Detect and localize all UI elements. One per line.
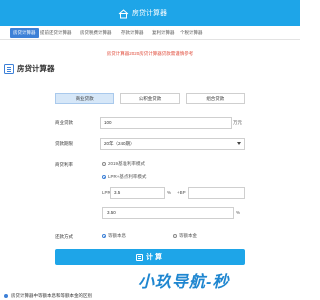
rate-option-2019[interactable]: 2019基准利率模式	[102, 161, 145, 167]
loan-term-value: 20年（240期）	[104, 141, 135, 146]
notice-text: 房贷计算器2020房贷计算器贷款需谨慎参考	[106, 51, 194, 56]
rate-label: 商贷利率	[55, 162, 73, 167]
chevron-down-icon	[237, 142, 241, 145]
final-rate-input[interactable]: 3.50	[102, 207, 234, 219]
tab-provident-fund-loan[interactable]: 公积金贷款	[120, 93, 180, 104]
calculate-button-label: 计算	[146, 254, 164, 261]
card-header: 房贷计算器	[4, 64, 55, 74]
loan-term-select[interactable]: 20年（240期）	[100, 138, 245, 150]
loan-term-label: 贷款期限	[55, 141, 73, 146]
page: 房贷计算器 房贷计算器 提前还贷计算器 房贷税费计算器 存款计算器 复利计算器 …	[0, 0, 300, 300]
loan-amount-label: 商业贷款	[55, 120, 73, 125]
footer-text: 房贷计算器中等额本息和等额本金的区别	[11, 293, 92, 298]
logo-text: 房贷计算器	[132, 10, 167, 17]
nav-item-mortgage-calculator[interactable]: 房贷计算器	[10, 28, 39, 38]
watermark: 小玖导航-秒	[138, 274, 230, 291]
loan-amount-unit: 万元	[233, 120, 242, 125]
nav-item-prepayment-calculator[interactable]: 提前还贷计算器	[40, 29, 72, 39]
house-icon	[118, 9, 129, 19]
repayment-method-label: 还款方式	[55, 234, 73, 239]
final-rate-unit: %	[236, 210, 241, 215]
tab-combined-loan[interactable]: 组合贷款	[185, 93, 245, 104]
calculator-icon	[4, 64, 14, 74]
main-nav: 房贷计算器 提前还贷计算器 房贷税费计算器 存款计算器 复利计算器 个税计算器	[0, 26, 300, 40]
radio-equal-principal[interactable]	[173, 234, 177, 238]
rate-option-lpr[interactable]: LPR+基点利率模式	[102, 174, 146, 180]
tab-commercial-loan[interactable]: 商业贷款	[55, 93, 115, 104]
rate-option-lpr-label: LPR+基点利率模式	[108, 174, 147, 179]
repay-option-equal-payment-label: 等额本息	[108, 233, 126, 238]
bp-input[interactable]	[188, 187, 245, 199]
lpr-input[interactable]: 3.5	[110, 187, 165, 199]
rate-option-2019-label: 2019基准利率模式	[108, 161, 146, 166]
calculator-icon	[136, 253, 143, 261]
footer-bullet-icon	[4, 294, 8, 298]
loan-type-tabs: 商业贷款 公积金贷款 组合贷款	[55, 93, 245, 104]
nav-item-income-tax-calculator[interactable]: 个税计算器	[180, 29, 203, 39]
nav-item-mortgage-tax-calculator[interactable]: 房贷税费计算器	[80, 29, 112, 39]
site-logo[interactable]: 房贷计算器	[118, 8, 167, 20]
radio-equal-payment[interactable]	[102, 234, 106, 238]
card-title: 房贷计算器	[17, 64, 55, 73]
radio-lpr-bp[interactable]	[102, 175, 106, 179]
loan-amount-input[interactable]: 100	[100, 117, 232, 129]
repay-option-equal-principal-label: 等额本金	[179, 233, 197, 238]
bp-label: +BP	[177, 190, 186, 195]
calculate-button[interactable]: 计算	[55, 249, 245, 265]
nav-item-compound-interest-calculator[interactable]: 复利计算器	[152, 29, 175, 39]
nav-item-deposit-calculator[interactable]: 存款计算器	[121, 29, 144, 39]
header-banner: 房贷计算器	[0, 0, 300, 26]
final-rate-value: 3.50	[107, 210, 116, 215]
repay-option-equal-payment[interactable]: 等额本息	[102, 233, 126, 239]
repay-option-equal-principal[interactable]: 等额本金	[173, 233, 197, 239]
radio-2019-base-rate[interactable]	[102, 162, 106, 166]
lpr-unit: %	[167, 190, 172, 195]
